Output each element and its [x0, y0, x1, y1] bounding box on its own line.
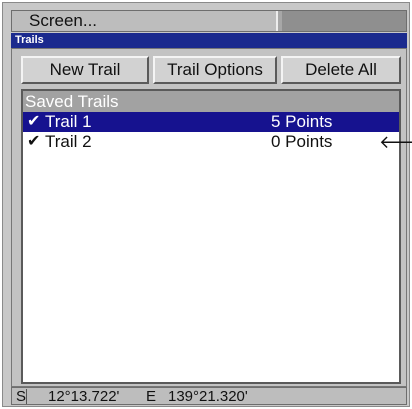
trail-options-button[interactable]: Trail Options	[153, 56, 277, 84]
screen-menu-button[interactable]: Screen...	[12, 11, 278, 31]
longitude-value: 139°21.320'	[168, 388, 248, 405]
device-screen: Screen... Trails New Trail Trail Options…	[2, 2, 412, 407]
trail-name: Trail 1	[45, 112, 92, 131]
trail-points: 5 Points	[271, 112, 333, 131]
longitude-direction: E	[146, 388, 157, 405]
checkmark-icon: ✔	[27, 133, 41, 150]
status-bar: S 12°13.722' E 139°21.320'	[11, 387, 407, 405]
new-trail-button[interactable]: New Trail	[21, 56, 149, 84]
saved-trails-header: Saved Trails	[23, 91, 399, 112]
trail-row-1[interactable]: ✔ Trail 1 5 Points	[23, 112, 399, 132]
trail-row-2[interactable]: ✔ Trail 2 0 Points 🡐	[23, 132, 412, 152]
trail-points: 0 Points	[271, 132, 333, 151]
active-trail-arrow-icon: 🡐	[379, 132, 412, 152]
latitude-value: 12°13.722'	[48, 388, 120, 405]
window-title: Trails	[11, 33, 407, 48]
trails-window: New Trail Trail Options Delete All Saved…	[11, 48, 412, 387]
saved-trails-list: Saved Trails ✔ Trail 1 5 Points ✔ Trail …	[21, 89, 412, 384]
latitude-direction: S	[16, 388, 27, 405]
menu-bar-blank	[282, 11, 406, 31]
trail-name: Trail 2	[45, 132, 92, 151]
delete-all-button[interactable]: Delete All	[281, 56, 401, 84]
menu-bar: Screen...	[11, 10, 407, 32]
status-divider	[26, 389, 27, 404]
checkmark-icon: ✔	[27, 113, 41, 130]
